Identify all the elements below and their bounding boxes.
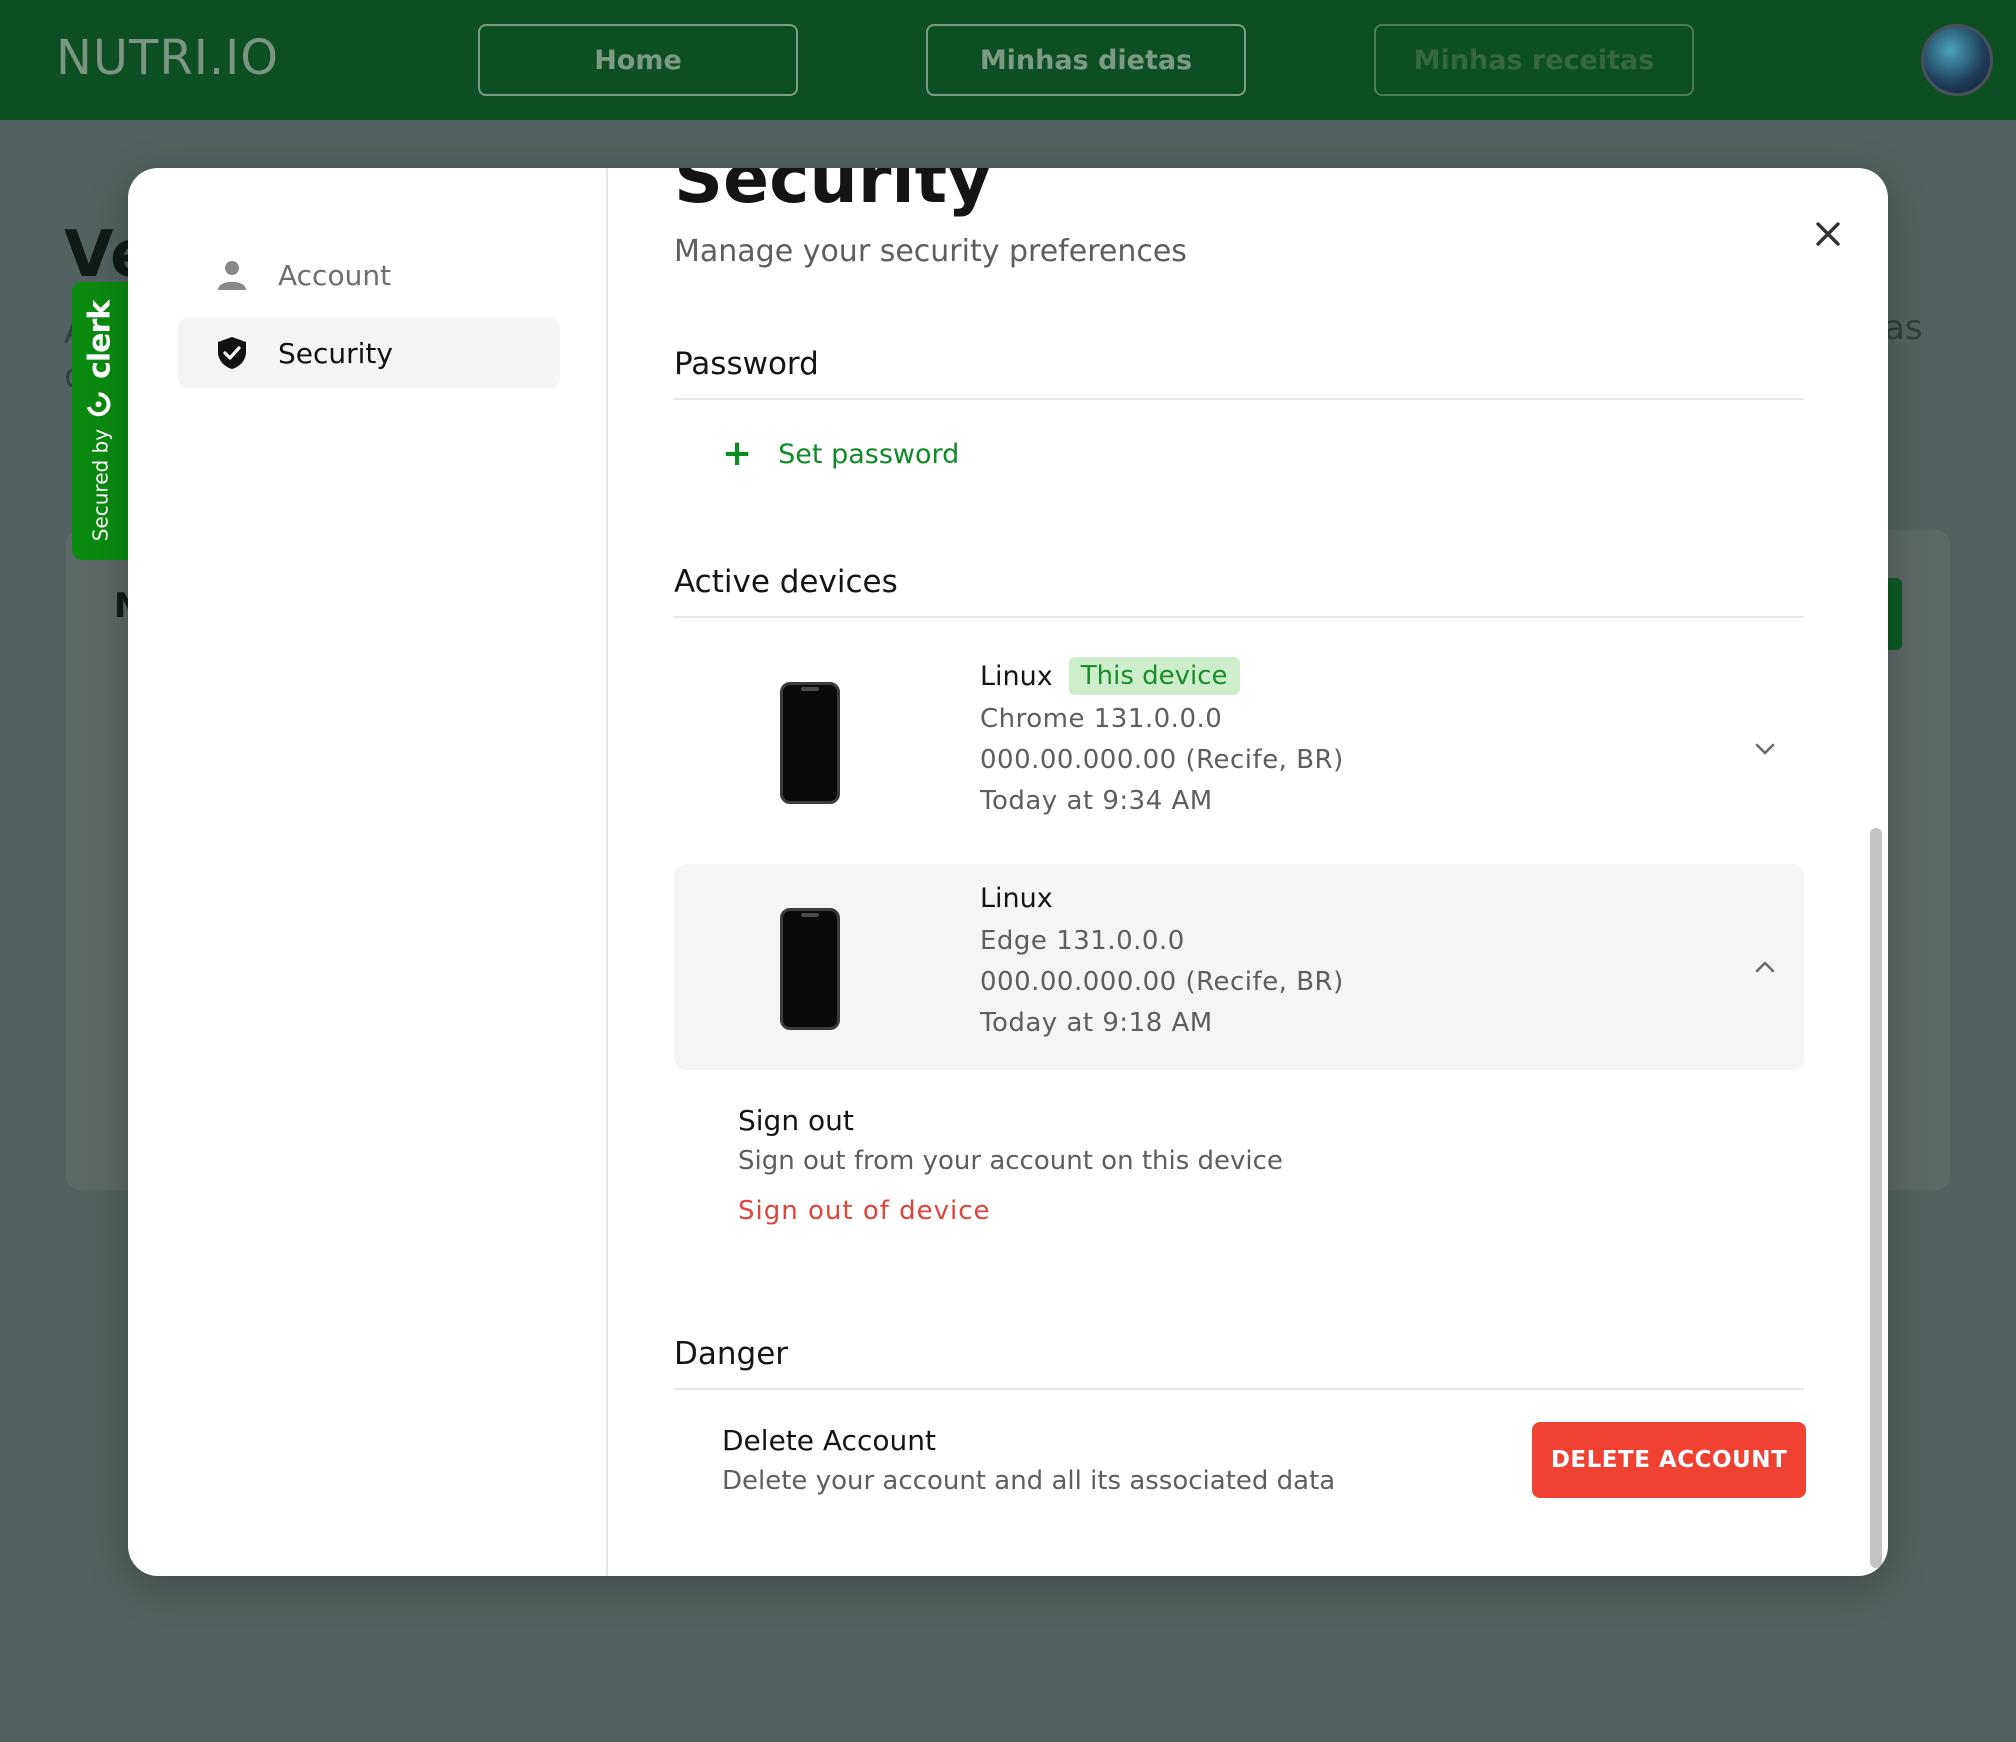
sign-out-title: Sign out bbox=[738, 1104, 854, 1137]
clerk-secured-label: Secured by bbox=[88, 428, 112, 542]
device-last-active: Today at 9:34 AM bbox=[980, 785, 1213, 816]
phone-device-icon bbox=[780, 908, 840, 1030]
sidebar-item-label: Security bbox=[278, 336, 393, 370]
device-os: Linux bbox=[980, 660, 1053, 692]
clerk-brand-text: clerk bbox=[82, 300, 118, 379]
plus-icon: + bbox=[722, 433, 753, 474]
sign-out-of-device-link[interactable]: Sign out of device bbox=[738, 1196, 991, 1226]
shield-check-icon bbox=[214, 335, 250, 371]
device-row-chrome[interactable]: Linux This device Chrome 131.0.0.0 000.0… bbox=[674, 646, 1804, 852]
device-os: Linux bbox=[980, 882, 1053, 914]
close-icon[interactable] bbox=[1808, 214, 1848, 254]
section-divider bbox=[674, 1388, 1804, 1390]
background-text-fragment: as bbox=[1884, 308, 1923, 348]
nav-minhas-receitas-button[interactable]: Minhas receitas bbox=[1374, 24, 1694, 96]
device-location: 000.00.000.00 (Recife, BR) bbox=[980, 966, 1344, 997]
nav-home-button[interactable]: Home bbox=[478, 24, 798, 96]
delete-account-button[interactable]: DELETE ACCOUNT bbox=[1532, 1422, 1806, 1498]
nav-minhas-dietas-button[interactable]: Minhas dietas bbox=[926, 24, 1246, 96]
section-divider bbox=[674, 398, 1804, 400]
danger-section-title: Danger bbox=[674, 1336, 789, 1372]
scrollbar-thumb[interactable] bbox=[1870, 828, 1882, 1568]
clerk-secured-badge[interactable]: Secured by clerk bbox=[72, 282, 128, 560]
sidebar-item-account[interactable]: Account bbox=[178, 240, 560, 310]
delete-account-title: Delete Account bbox=[722, 1424, 936, 1457]
user-icon bbox=[214, 257, 250, 293]
delete-account-description: Delete your account and all its associat… bbox=[722, 1466, 1336, 1496]
set-password-label: Set password bbox=[778, 438, 960, 470]
phone-device-icon bbox=[780, 682, 840, 804]
sidebar-item-security[interactable]: Security bbox=[178, 318, 560, 388]
page-title: Security bbox=[674, 168, 992, 219]
device-last-active: Today at 9:18 AM bbox=[980, 1007, 1213, 1038]
sidebar-item-label: Account bbox=[278, 258, 392, 292]
page-subtitle: Manage your security preferences bbox=[674, 234, 1187, 269]
modal-sidebar: Account Security bbox=[128, 168, 608, 1576]
chevron-up-icon[interactable] bbox=[1752, 954, 1778, 980]
chevron-down-icon[interactable] bbox=[1752, 736, 1778, 762]
active-devices-section-title: Active devices bbox=[674, 564, 898, 600]
sign-out-description: Sign out from your account on this devic… bbox=[738, 1146, 1283, 1176]
section-divider bbox=[674, 616, 1804, 618]
brand-logo: NUTRI.IO bbox=[56, 30, 280, 86]
user-profile-modal: Account Security Security Manage your se… bbox=[128, 168, 1888, 1576]
device-location: 000.00.000.00 (Recife, BR) bbox=[980, 744, 1344, 775]
device-browser: Edge 131.0.0.0 bbox=[980, 925, 1185, 956]
clerk-logo-icon bbox=[85, 391, 115, 417]
top-navbar: NUTRI.IO Home Minhas dietas Minhas recei… bbox=[0, 0, 2016, 120]
device-browser: Chrome 131.0.0.0 bbox=[980, 703, 1223, 734]
device-row-edge[interactable]: Linux Edge 131.0.0.0 000.00.000.00 (Reci… bbox=[674, 864, 1804, 1070]
user-avatar[interactable] bbox=[1921, 24, 1993, 96]
set-password-button[interactable]: + Set password bbox=[722, 436, 959, 472]
password-section-title: Password bbox=[674, 346, 819, 382]
this-device-badge: This device bbox=[1068, 657, 1240, 695]
